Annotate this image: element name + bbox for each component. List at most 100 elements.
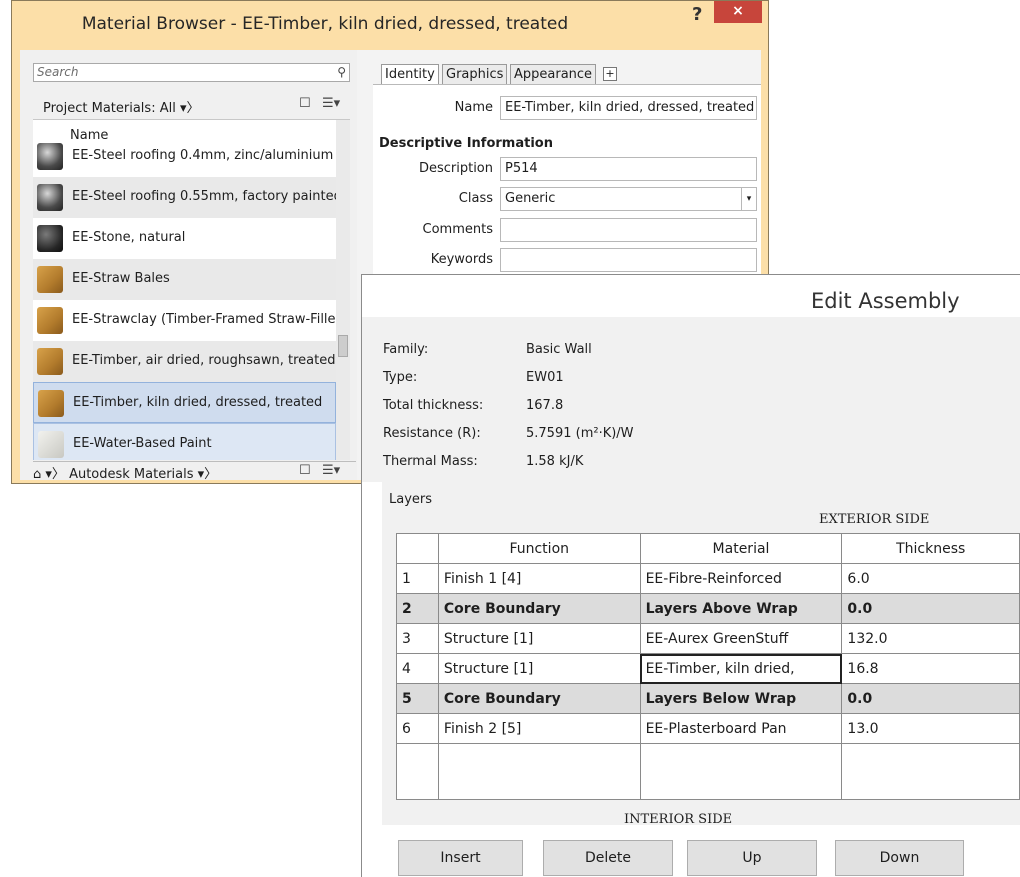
function-cell[interactable]: Structure [1] bbox=[437, 623, 641, 654]
table-row[interactable]: 4 Structure [1] EE-Timber, kiln dried, 16.8 bbox=[396, 653, 1020, 684]
layers-group: Layers EXTERIOR SIDE Function Material T… bbox=[382, 481, 1020, 827]
material-cell[interactable]: EE-Plasterboard Pan bbox=[639, 713, 843, 744]
project-filter-dropdown[interactable]: Project Materials: All ▾〉 bbox=[43, 97, 200, 116]
chevron-down-icon[interactable]: ▾ bbox=[741, 188, 756, 210]
thickness-cell[interactable]: 0.0 bbox=[841, 683, 1020, 714]
material-column-header[interactable]: Material bbox=[639, 533, 843, 564]
help-button[interactable]: ? bbox=[692, 4, 702, 25]
list-item[interactable]: EE-Steel roofing 0.4mm, zinc/aluminium bbox=[33, 136, 336, 177]
material-list: Name EE-Steel roofing 0.4mm, zinc/alumin… bbox=[33, 119, 350, 460]
total-thickness-value: 167.8 bbox=[526, 398, 564, 413]
tab-appearance[interactable]: Appearance bbox=[510, 64, 597, 84]
thickness-cell[interactable]: 13.0 bbox=[841, 713, 1020, 744]
material-cell[interactable]: EE-Timber, kiln dried, bbox=[639, 653, 843, 684]
list-item[interactable]: EE-Timber, kiln dried, dressed, treated bbox=[33, 382, 336, 423]
row-number-cell[interactable]: 3 bbox=[396, 623, 439, 654]
keywords-field[interactable] bbox=[500, 248, 757, 272]
row-number-cell[interactable]: 6 bbox=[396, 713, 439, 744]
search-input[interactable]: Search ⚲ bbox=[33, 63, 350, 82]
empty-cell[interactable] bbox=[639, 743, 843, 800]
table-row[interactable]: 5 Core Boundary Layers Below Wrap 0.0 bbox=[396, 683, 1020, 714]
table-row[interactable]: 3 Structure [1] EE-Aurex GreenStuff 132.0 bbox=[396, 623, 1020, 654]
library-filter-label: Autodesk Materials bbox=[69, 467, 194, 482]
list-item[interactable]: EE-Water-Based Paint bbox=[33, 423, 336, 460]
row-number-cell[interactable]: 5 bbox=[396, 683, 439, 714]
material-cell[interactable]: EE-Fibre-Reinforced bbox=[639, 563, 843, 594]
list-item[interactable]: EE-Timber, air dried, roughsawn, treated bbox=[33, 341, 336, 382]
function-cell[interactable]: Structure [1] bbox=[437, 653, 641, 684]
delete-button[interactable]: Delete bbox=[543, 840, 673, 876]
material-cell[interactable]: EE-Aurex GreenStuff bbox=[639, 623, 843, 654]
project-filter-label: Project Materials: All bbox=[43, 101, 176, 116]
table-header-row: Function Material Thickness bbox=[396, 533, 1020, 564]
dialog-title: Edit Assembly bbox=[811, 289, 960, 313]
material-name: EE-Timber, kiln dried, dressed, treated bbox=[73, 395, 323, 410]
library-panel-toggle-icon[interactable]: ☐ bbox=[299, 463, 311, 478]
title-bar: Material Browser - EE-Timber, kiln dried… bbox=[12, 1, 768, 43]
thickness-cell[interactable]: 0.0 bbox=[841, 593, 1020, 624]
row-number-cell[interactable]: 4 bbox=[396, 653, 439, 684]
material-name: EE-Stone, natural bbox=[72, 230, 186, 245]
table-row[interactable]: 2 Core Boundary Layers Above Wrap 0.0 bbox=[396, 593, 1020, 624]
close-button[interactable]: × bbox=[714, 1, 762, 23]
thickness-cell[interactable]: 132.0 bbox=[841, 623, 1020, 654]
function-cell[interactable]: Finish 1 [4] bbox=[437, 563, 641, 594]
class-select[interactable]: Generic ▾ bbox=[500, 187, 757, 211]
family-label: Family: bbox=[383, 342, 429, 357]
material-swatch-icon bbox=[37, 225, 63, 252]
description-field[interactable]: P514 bbox=[500, 157, 757, 181]
list-item[interactable]: EE-Strawclay (Timber-Framed Straw-Fille bbox=[33, 300, 336, 341]
material-swatch-icon bbox=[38, 390, 64, 417]
material-name: EE-Straw Bales bbox=[72, 271, 170, 286]
material-cell[interactable]: Layers Above Wrap bbox=[639, 593, 843, 624]
material-name: EE-Timber, air dried, roughsawn, treated bbox=[72, 353, 336, 368]
row-number-header bbox=[396, 533, 439, 564]
home-icon[interactable]: ⌂ ▾〉 bbox=[33, 467, 65, 482]
material-swatch-icon bbox=[37, 307, 63, 334]
scrollbar-thumb[interactable] bbox=[338, 335, 348, 357]
empty-cell[interactable] bbox=[841, 743, 1020, 800]
add-tab-button[interactable]: + bbox=[603, 67, 617, 81]
class-label: Class bbox=[458, 191, 493, 206]
panel-toggle-icon[interactable]: ☐ bbox=[299, 96, 311, 111]
list-item[interactable]: EE-Steel roofing 0.55mm, factory painted bbox=[33, 177, 342, 218]
row-number-cell[interactable]: 1 bbox=[396, 563, 439, 594]
up-button[interactable]: Up bbox=[687, 840, 817, 876]
list-item[interactable]: EE-Stone, natural bbox=[33, 218, 336, 259]
tab-graphics[interactable]: Graphics bbox=[442, 64, 508, 84]
material-name: EE-Strawclay (Timber-Framed Straw-Fille bbox=[72, 312, 336, 327]
thickness-cell[interactable]: 16.8 bbox=[841, 653, 1020, 684]
list-item[interactable]: EE-Straw Bales bbox=[33, 259, 336, 300]
empty-table-row[interactable] bbox=[396, 743, 1020, 800]
library-view-options-icon[interactable]: ☰▾ bbox=[322, 463, 340, 478]
thickness-cell[interactable]: 6.0 bbox=[841, 563, 1020, 594]
function-cell[interactable]: Core Boundary bbox=[437, 683, 641, 714]
window-title: Material Browser - EE-Timber, kiln dried… bbox=[81, 14, 569, 34]
interior-side-label: INTERIOR SIDE bbox=[624, 812, 733, 827]
empty-cell[interactable] bbox=[437, 743, 641, 800]
insert-button[interactable]: Insert bbox=[398, 840, 523, 876]
function-cell[interactable]: Finish 2 [5] bbox=[437, 713, 641, 744]
list-scrollbar[interactable] bbox=[336, 120, 350, 460]
material-name: EE-Water-Based Paint bbox=[73, 436, 212, 451]
material-cell[interactable]: Layers Below Wrap bbox=[639, 683, 843, 714]
layer-rows: 1 Finish 1 [4] EE-Fibre-Reinforced 6.0 2 Core… bbox=[396, 563, 1020, 800]
material-name: EE-Steel roofing 0.4mm, zinc/aluminium bbox=[72, 148, 334, 163]
type-label: Type: bbox=[383, 370, 418, 385]
search-placeholder: Search bbox=[37, 65, 79, 79]
function-column-header[interactable]: Function bbox=[437, 533, 641, 564]
table-row[interactable]: 1 Finish 1 [4] EE-Fibre-Reinforced 6.0 bbox=[396, 563, 1020, 594]
table-row[interactable]: 6 Finish 2 [5] EE-Plasterboard Pan 13.0 bbox=[396, 713, 1020, 744]
library-nav: ⌂ ▾〉 Autodesk Materials ▾〉 bbox=[33, 463, 217, 482]
name-field[interactable]: EE-Timber, kiln dried, dressed, treated bbox=[500, 96, 757, 120]
down-button[interactable]: Down bbox=[835, 840, 964, 876]
comments-label: Comments bbox=[422, 222, 493, 237]
comments-field[interactable] bbox=[500, 218, 757, 242]
empty-cell[interactable] bbox=[396, 743, 439, 800]
function-cell[interactable]: Core Boundary bbox=[437, 593, 641, 624]
thickness-column-header[interactable]: Thickness bbox=[841, 533, 1020, 564]
library-filter-dropdown[interactable]: Autodesk Materials ▾〉 bbox=[69, 467, 217, 482]
view-options-icon[interactable]: ☰▾ bbox=[322, 96, 340, 111]
row-number-cell[interactable]: 2 bbox=[396, 593, 439, 624]
tab-identity[interactable]: Identity bbox=[381, 64, 439, 84]
